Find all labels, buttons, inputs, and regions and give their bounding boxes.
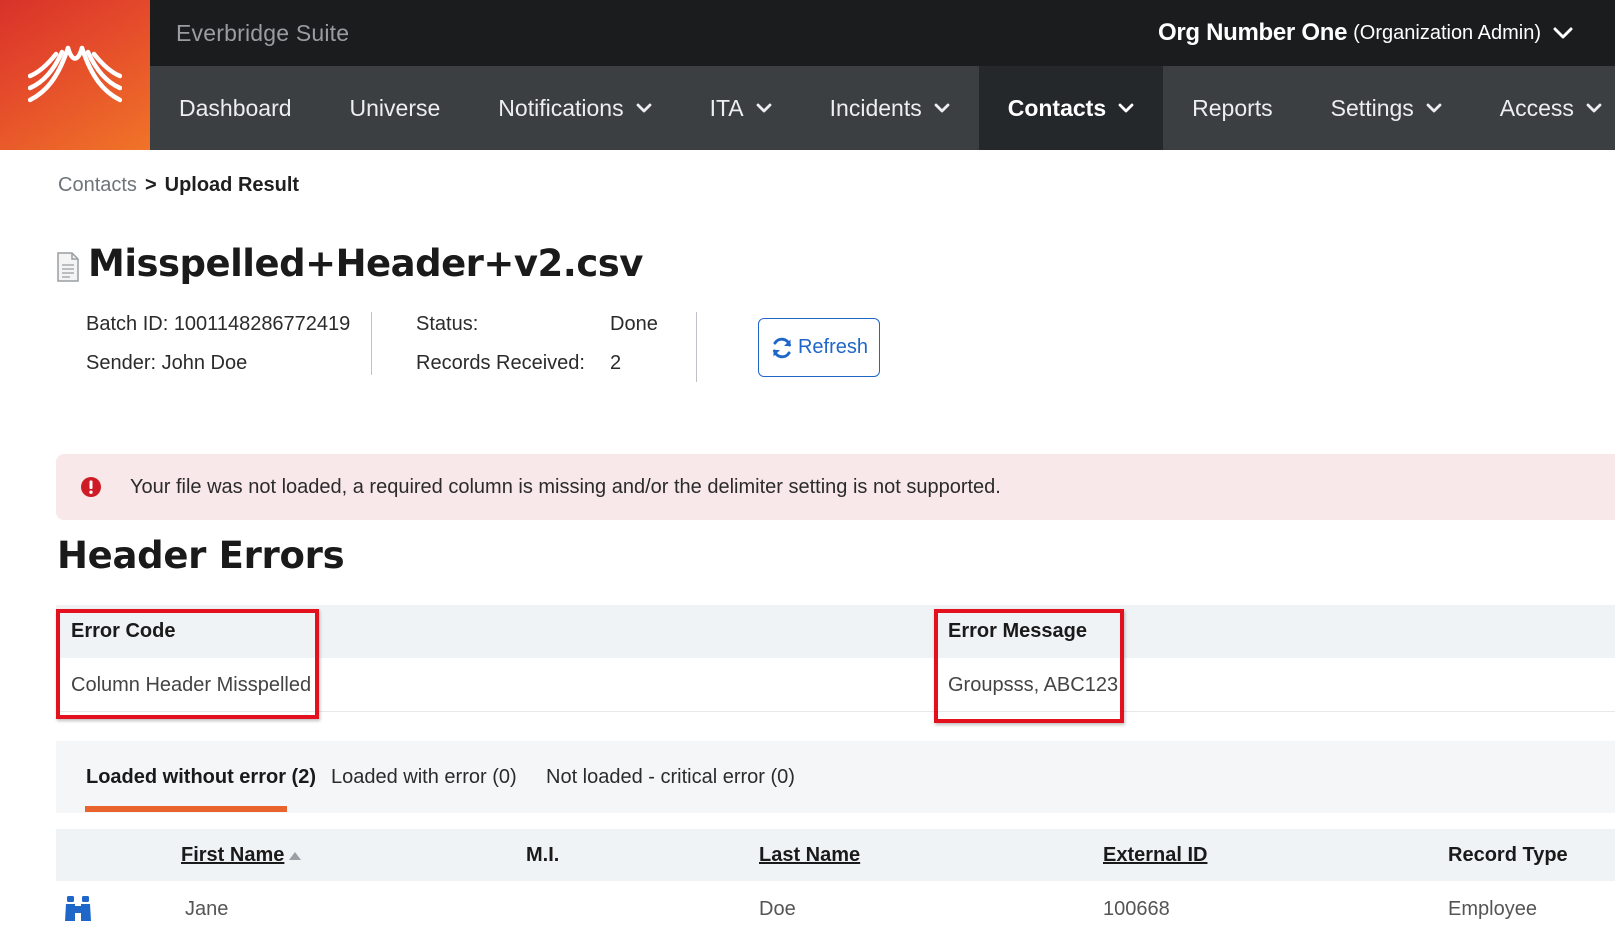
nav-label: Contacts	[1007, 94, 1107, 121]
nav-notifications[interactable]: Notifications	[469, 66, 680, 150]
file-title-row: Misspelled+Header+v2.csv	[56, 242, 643, 285]
cell-record-type: Employee	[1448, 898, 1537, 920]
suite-name: Everbridge Suite	[176, 19, 350, 46]
nav-label: ITA	[709, 94, 744, 121]
records-received-label: Records Received:	[416, 352, 585, 374]
refresh-label: Refresh	[797, 336, 869, 358]
file-name-title: Misspelled+Header+v2.csv	[88, 242, 643, 285]
header-errors-title: Header Errors	[57, 534, 345, 577]
info-divider	[371, 312, 372, 375]
chevron-down-icon	[1553, 26, 1573, 40]
chevron-down-icon	[756, 103, 772, 114]
nav-label: Reports	[1192, 94, 1273, 121]
alert-message: Your file was not loaded, a required col…	[130, 475, 1001, 498]
breadcrumb: Contacts > Upload Result	[58, 174, 299, 197]
everbridge-logo-icon	[28, 45, 122, 103]
info-divider	[696, 312, 697, 382]
chevron-down-icon	[1586, 103, 1602, 114]
nav-label: Notifications	[498, 94, 624, 121]
column-header-record-type: Record Type	[1448, 844, 1568, 866]
nav-access[interactable]: Access	[1471, 66, 1615, 150]
batch-id: Batch ID: 1001148286772419	[86, 313, 351, 335]
chevron-down-icon	[1426, 103, 1442, 114]
binoculars-icon[interactable]	[64, 895, 92, 922]
nav-reports[interactable]: Reports	[1163, 66, 1302, 150]
column-header-first-name[interactable]: First Name	[181, 844, 302, 867]
nav-label: Settings	[1330, 94, 1414, 121]
sort-ascending-icon	[289, 851, 302, 860]
column-header-mi: M.I.	[526, 844, 560, 866]
cell-last-name: Doe	[759, 898, 796, 920]
error-icon	[81, 477, 101, 497]
document-icon	[57, 251, 79, 282]
org-role: (Organization Admin)	[1353, 21, 1541, 44]
refresh-button[interactable]: Refresh	[758, 318, 880, 377]
error-alert: Your file was not loaded, a required col…	[56, 454, 1615, 520]
tab-loaded-with-error[interactable]: Loaded with error (0)	[331, 766, 517, 789]
breadcrumb-contacts-link[interactable]: Contacts	[58, 174, 137, 197]
chevron-down-icon	[636, 103, 652, 114]
nav-label: Dashboard	[179, 94, 292, 121]
error-message-highlight	[934, 609, 1124, 723]
nav-settings[interactable]: Settings	[1302, 66, 1471, 150]
chevron-down-icon	[1118, 103, 1134, 114]
column-header-external-id[interactable]: External ID	[1103, 844, 1207, 867]
nav-contacts[interactable]: Contacts	[978, 66, 1164, 150]
refresh-icon	[772, 337, 791, 358]
org-switcher[interactable]: Org Number One (Organization Admin)	[1158, 19, 1573, 47]
error-code-highlight	[56, 609, 319, 719]
org-name: Org Number One	[1157, 19, 1348, 46]
nav-label: Access	[1499, 94, 1574, 121]
tab-not-loaded-critical-error[interactable]: Not loaded - critical error (0)	[546, 766, 795, 789]
nav-ita[interactable]: ITA	[681, 66, 801, 150]
status-value: Done	[610, 313, 658, 335]
nav-incidents[interactable]: Incidents	[801, 66, 979, 150]
everbridge-logo[interactable]	[0, 0, 150, 150]
breadcrumb-current: Upload Result	[164, 174, 300, 196]
tab-loaded-without-error[interactable]: Loaded without error (2)	[86, 766, 316, 789]
nav-label: Universe	[349, 94, 441, 121]
nav-label: Incidents	[829, 94, 922, 121]
nav-universe[interactable]: Universe	[321, 66, 470, 150]
active-tab-indicator	[85, 806, 287, 812]
column-header-last-name[interactable]: Last Name	[759, 844, 860, 867]
main-nav: Dashboard Universe Notifications ITA Inc…	[150, 66, 1615, 150]
top-bar: Everbridge Suite Org Number One (Organiz…	[150, 0, 1615, 66]
records-received-value: 2	[610, 352, 622, 374]
chevron-down-icon	[934, 103, 950, 114]
status-label: Status:	[416, 313, 479, 335]
column-header-label: First Name	[181, 844, 285, 866]
nav-dashboard[interactable]: Dashboard	[150, 66, 321, 150]
breadcrumb-separator: >	[144, 174, 157, 196]
cell-first-name: Jane	[185, 898, 229, 920]
sender: Sender: John Doe	[86, 352, 248, 374]
cell-external-id: 100668	[1103, 898, 1170, 920]
